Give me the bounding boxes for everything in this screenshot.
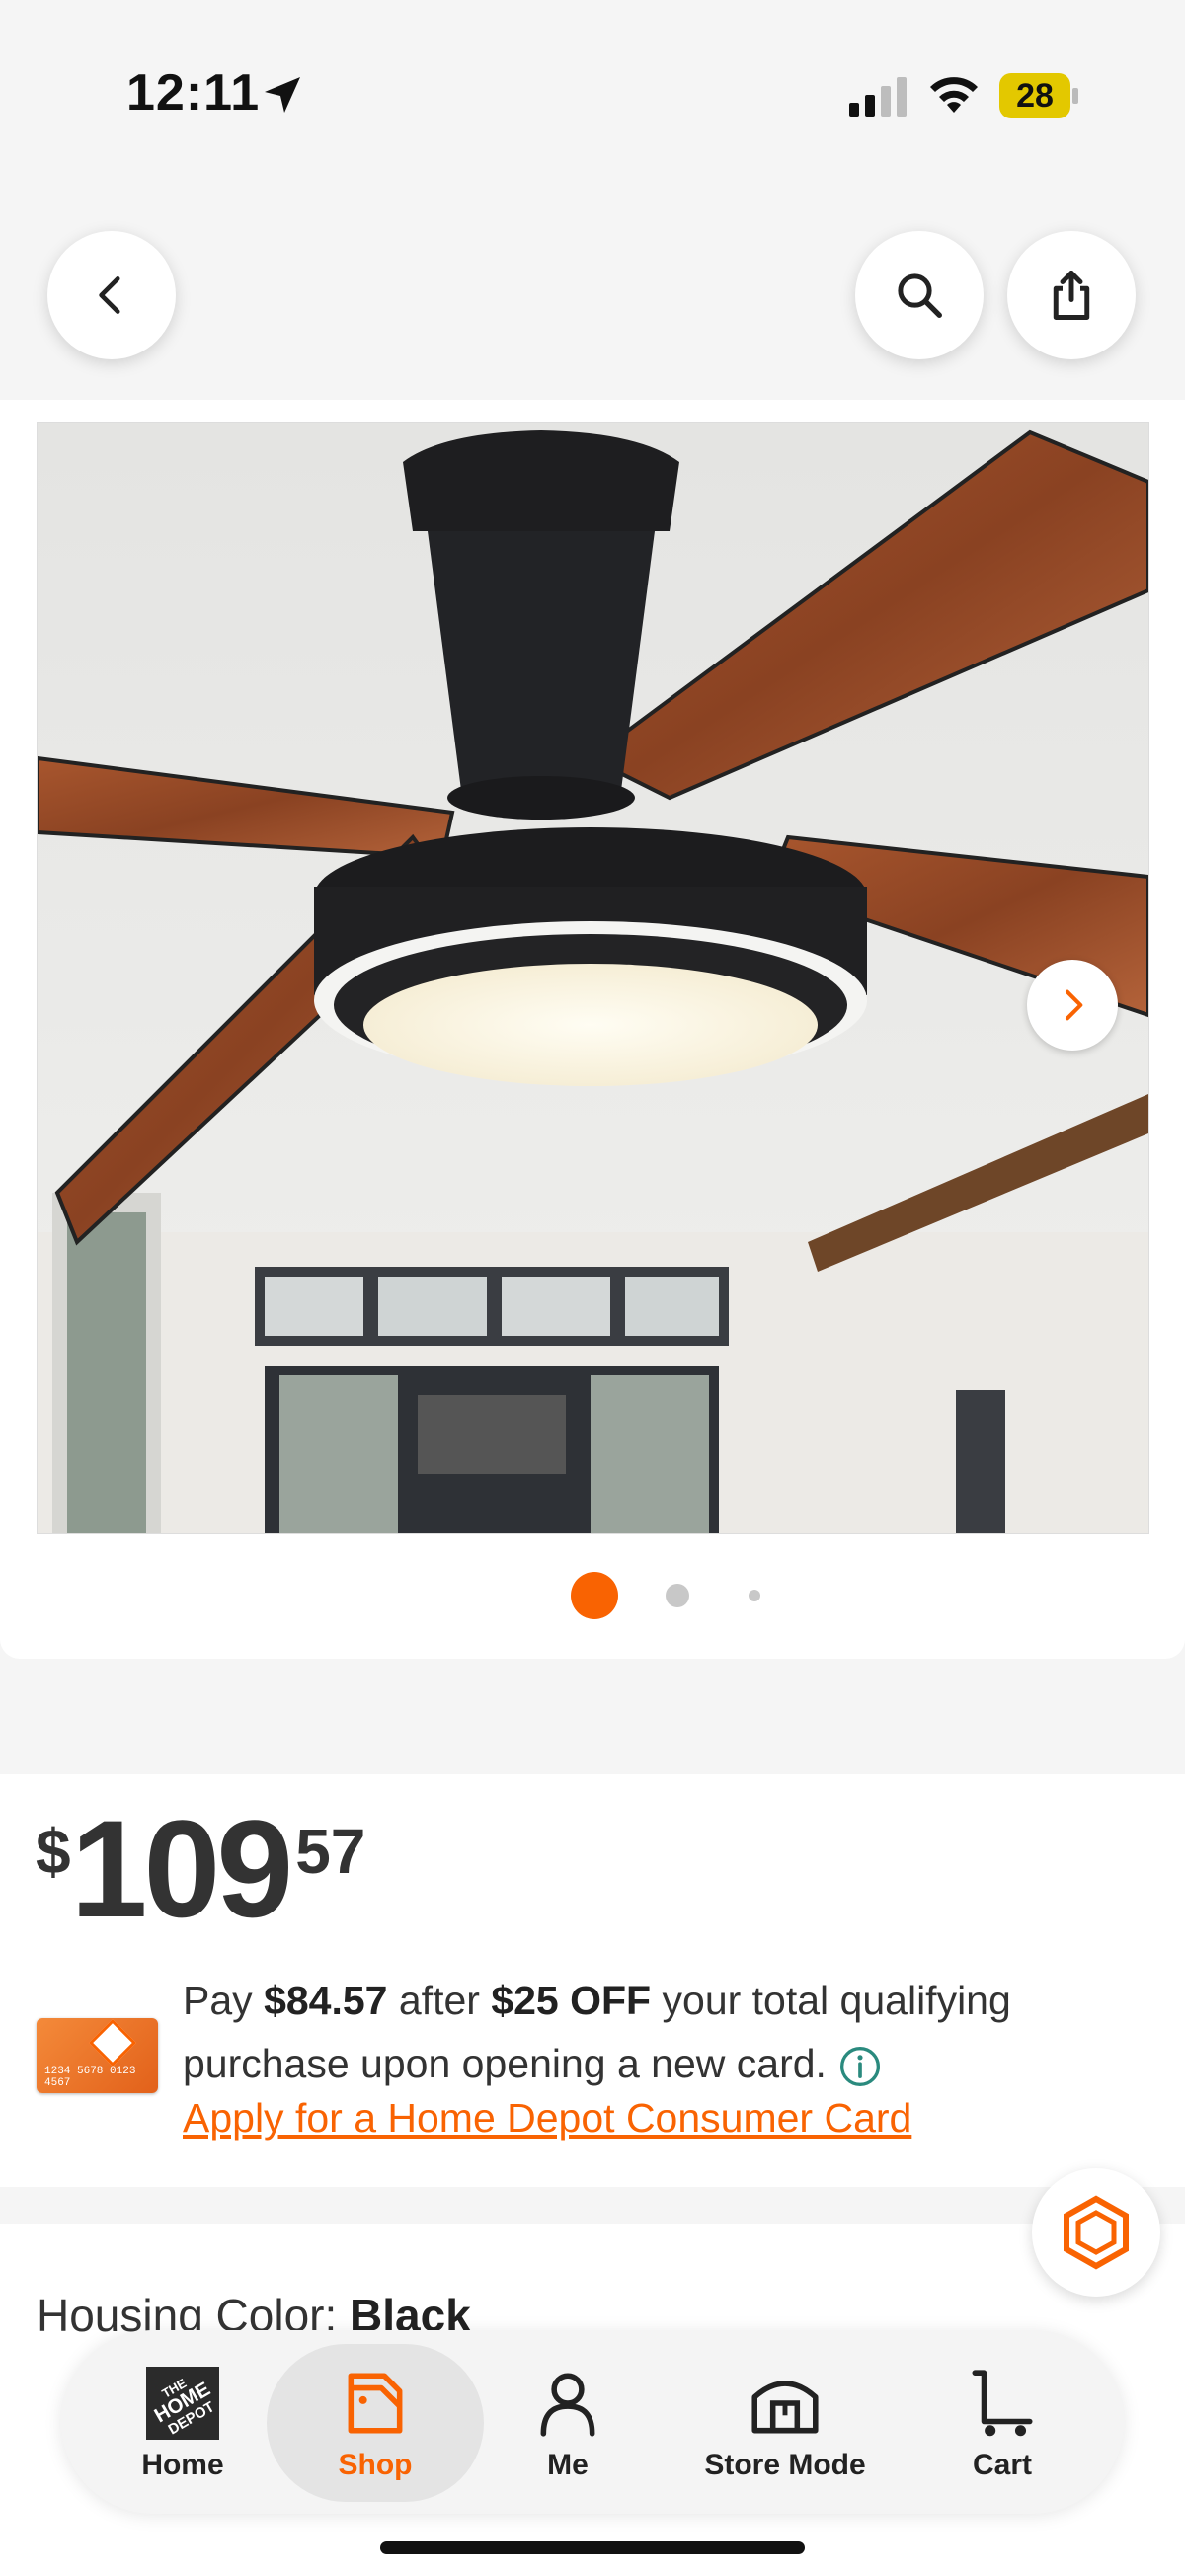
product-price: $ 109 57 [36, 1795, 365, 1943]
home-depot-logo-icon: THE HOME DEPOT [146, 2362, 219, 2445]
next-image-button[interactable] [1027, 960, 1118, 1051]
store-icon [746, 2362, 825, 2445]
info-icon[interactable] [838, 2045, 882, 2088]
battery-level: 28 [1016, 77, 1054, 115]
gallery-dot[interactable] [666, 1584, 689, 1607]
search-icon [898, 273, 942, 318]
price-dollars: 109 [70, 1791, 294, 1946]
cart-icon [966, 2362, 1039, 2445]
pay-amount: $84.57 [264, 1978, 388, 2023]
battery-nub [1072, 88, 1078, 104]
chevron-left-icon [99, 276, 120, 314]
card-number: 1234 5678 0123 4567 [44, 2066, 136, 2089]
product-image[interactable] [37, 422, 1149, 1534]
tab-home-label: Home [141, 2449, 224, 2481]
off-amount: $25 OFF [491, 1978, 652, 2023]
person-icon [531, 2362, 604, 2445]
card-logo [88, 2018, 137, 2068]
battery-indicator: 28 [999, 73, 1080, 118]
assistant-button[interactable] [1032, 2168, 1160, 2297]
apply-card-link[interactable]: Apply for a Home Depot Consumer Card [183, 2095, 911, 2142]
tab-store-mode[interactable]: Store Mode [681, 2344, 889, 2502]
tab-store-mode-label: Store Mode [704, 2449, 866, 2481]
credit-card-image: 1234 5678 0123 4567 [37, 2018, 158, 2093]
back-button[interactable] [47, 231, 176, 359]
gallery-dot[interactable] [749, 1590, 760, 1601]
price-currency: $ [36, 1816, 71, 1887]
shop-tag-icon [339, 2362, 412, 2445]
share-icon [1053, 271, 1090, 320]
gallery-dot-active[interactable] [571, 1572, 618, 1619]
chevron-right-icon [1066, 989, 1083, 1021]
tab-cart[interactable]: Cart [938, 2344, 1066, 2502]
tab-cart-label: Cart [972, 2449, 1032, 2481]
location-arrow-icon [265, 77, 300, 113]
search-button[interactable] [855, 231, 984, 359]
pay-text: Pay [183, 1978, 253, 2023]
tab-shop[interactable]: Shop [267, 2344, 484, 2502]
ceiling-fan-photo [38, 423, 1148, 1533]
home-indicator [380, 2541, 805, 2554]
cellular-signal-icon [849, 77, 907, 117]
wifi-icon [930, 77, 978, 113]
after-text: after [398, 1978, 480, 2023]
status-time: 12:11 [126, 64, 261, 121]
card-promo-text: Pay $84.57 after $25 OFF your total qual… [183, 1969, 1071, 2095]
share-button[interactable] [1007, 231, 1136, 359]
tab-shop-label: Shop [338, 2449, 413, 2481]
tab-me-label: Me [547, 2449, 589, 2481]
hexagon-assistant-icon [1064, 2195, 1129, 2270]
tab-home[interactable]: THE HOME DEPOT Home [118, 2344, 247, 2502]
price-cents: 57 [295, 1816, 366, 1887]
tab-me[interactable]: Me [504, 2344, 632, 2502]
